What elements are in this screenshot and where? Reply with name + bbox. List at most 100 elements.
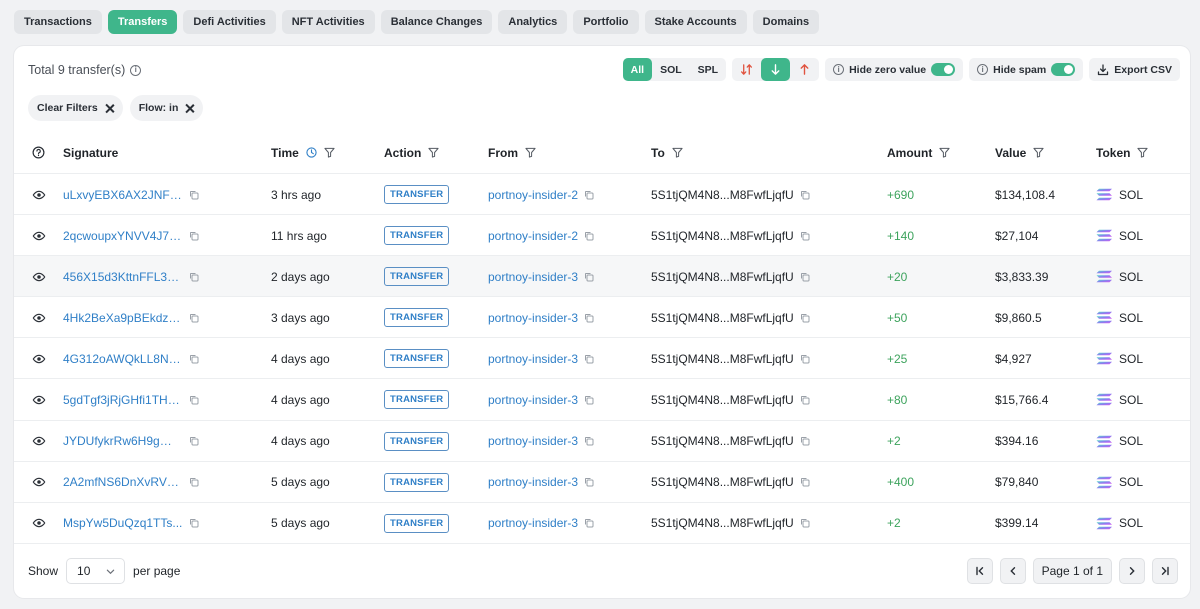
copy-icon[interactable]: [800, 477, 810, 487]
last-page-button[interactable]: [1152, 558, 1178, 584]
signature-link[interactable]: 4G312oAWQkLL8NYi...: [63, 352, 183, 366]
token-filter-all[interactable]: All: [622, 58, 653, 81]
hide-spam-toggle[interactable]: [1051, 63, 1076, 76]
filter-icon[interactable]: [525, 147, 536, 158]
eye-icon[interactable]: [32, 352, 46, 366]
tab-domains[interactable]: Domains: [752, 10, 820, 34]
token-link[interactable]: SOL: [1119, 352, 1143, 366]
hide-zero-value-toggle[interactable]: [931, 63, 956, 76]
copy-icon[interactable]: [800, 354, 810, 364]
token-filter-sol[interactable]: SOL: [652, 58, 690, 81]
info-icon[interactable]: i: [130, 64, 142, 76]
previous-page-button[interactable]: [999, 558, 1026, 584]
from-address-link[interactable]: portnoy-insider-2: [488, 229, 578, 243]
copy-icon[interactable]: [189, 518, 199, 528]
copy-icon[interactable]: [584, 395, 594, 405]
copy-icon[interactable]: [800, 518, 810, 528]
tab-portfolio[interactable]: Portfolio: [573, 10, 639, 34]
token-link[interactable]: SOL: [1119, 229, 1143, 243]
filter-icon[interactable]: [1033, 147, 1044, 158]
eye-icon[interactable]: [32, 188, 46, 202]
direction-in-button[interactable]: [761, 58, 791, 81]
from-address-link[interactable]: portnoy-insider-3: [488, 516, 578, 530]
remove-filter-close-icon[interactable]: [185, 104, 194, 113]
signature-link[interactable]: uLxvyEBX6AX2JNFp...: [63, 188, 183, 202]
token-filter-spl[interactable]: SPL: [690, 58, 726, 81]
export-csv-button[interactable]: Export CSV: [1089, 58, 1180, 81]
token-link[interactable]: SOL: [1119, 393, 1143, 407]
tab-nft-activities[interactable]: NFT Activities: [281, 10, 375, 34]
signature-link[interactable]: 456X15d3KttnFFL3k...: [63, 270, 183, 284]
signature-link[interactable]: 5gdTgf3jRjGHfi1THs...: [63, 393, 183, 407]
copy-icon[interactable]: [584, 354, 594, 364]
copy-icon[interactable]: [189, 354, 199, 364]
copy-icon[interactable]: [584, 477, 594, 487]
eye-icon[interactable]: [32, 516, 46, 530]
copy-icon[interactable]: [584, 313, 594, 323]
copy-icon[interactable]: [189, 190, 199, 200]
from-address-link[interactable]: portnoy-insider-3: [488, 434, 578, 448]
signature-link[interactable]: 4Hk2BeXa9pBEkdzF...: [63, 311, 183, 325]
copy-icon[interactable]: [800, 395, 810, 405]
copy-icon[interactable]: [189, 231, 199, 241]
from-address-link[interactable]: portnoy-insider-3: [488, 270, 578, 284]
from-address-link[interactable]: portnoy-insider-3: [488, 393, 578, 407]
copy-icon[interactable]: [584, 272, 594, 282]
copy-icon[interactable]: [584, 518, 594, 528]
copy-icon[interactable]: [800, 231, 810, 241]
filter-icon[interactable]: [939, 147, 950, 158]
copy-icon[interactable]: [800, 313, 810, 323]
copy-icon[interactable]: [189, 477, 199, 487]
tab-defi-activities[interactable]: Defi Activities: [183, 10, 276, 34]
clock-icon[interactable]: [306, 147, 317, 158]
copy-icon[interactable]: [800, 190, 810, 200]
help-circle-icon[interactable]: [32, 146, 45, 159]
filter-icon[interactable]: [324, 147, 335, 158]
filter-icon[interactable]: [428, 147, 439, 158]
signature-link[interactable]: 2A2mfNS6DnXvRVFJ...: [63, 475, 183, 489]
copy-icon[interactable]: [584, 190, 594, 200]
info-icon[interactable]: i: [833, 64, 845, 75]
next-page-button[interactable]: [1119, 558, 1145, 584]
eye-icon[interactable]: [32, 229, 46, 243]
eye-icon[interactable]: [32, 270, 46, 284]
copy-icon[interactable]: [584, 231, 594, 241]
tab-balance-changes[interactable]: Balance Changes: [380, 10, 493, 34]
token-link[interactable]: SOL: [1119, 434, 1143, 448]
first-page-button[interactable]: [966, 558, 993, 584]
direction-both-button[interactable]: [732, 58, 761, 81]
tab-stake-accounts[interactable]: Stake Accounts: [644, 10, 747, 34]
eye-icon[interactable]: [32, 475, 46, 489]
copy-icon[interactable]: [189, 395, 199, 405]
from-address-link[interactable]: portnoy-insider-2: [488, 188, 578, 202]
direction-out-button[interactable]: [790, 58, 819, 81]
copy-icon[interactable]: [800, 272, 810, 282]
token-link[interactable]: SOL: [1119, 311, 1143, 325]
signature-link[interactable]: MspYw5DuQzq1TTs...: [63, 516, 183, 530]
clear-filters-button[interactable]: Clear Filters: [28, 95, 123, 121]
copy-icon[interactable]: [584, 436, 594, 446]
token-link[interactable]: SOL: [1119, 475, 1143, 489]
from-address-link[interactable]: portnoy-insider-3: [488, 311, 578, 325]
from-address-link[interactable]: portnoy-insider-3: [488, 352, 578, 366]
copy-icon[interactable]: [189, 272, 199, 282]
token-link[interactable]: SOL: [1119, 516, 1143, 530]
page-size-select[interactable]: 10: [66, 558, 126, 584]
eye-icon[interactable]: [32, 311, 46, 325]
tab-transactions[interactable]: Transactions: [14, 10, 102, 34]
tab-analytics[interactable]: Analytics: [498, 10, 568, 34]
copy-icon[interactable]: [189, 313, 199, 323]
filter-icon[interactable]: [672, 147, 683, 158]
eye-icon[interactable]: [32, 434, 46, 448]
signature-link[interactable]: 2qcwoupxYNVV4J7L...: [63, 229, 183, 243]
token-link[interactable]: SOL: [1119, 188, 1143, 202]
copy-icon[interactable]: [189, 436, 199, 446]
token-link[interactable]: SOL: [1119, 270, 1143, 284]
filter-icon[interactable]: [1137, 147, 1149, 158]
from-address-link[interactable]: portnoy-insider-3: [488, 475, 578, 489]
eye-icon[interactable]: [32, 393, 46, 407]
info-icon[interactable]: i: [977, 64, 989, 75]
tab-transfers[interactable]: Transfers: [107, 10, 178, 34]
signature-link[interactable]: JYDUfykrRw6H9gWv...: [63, 434, 183, 448]
copy-icon[interactable]: [800, 436, 810, 446]
